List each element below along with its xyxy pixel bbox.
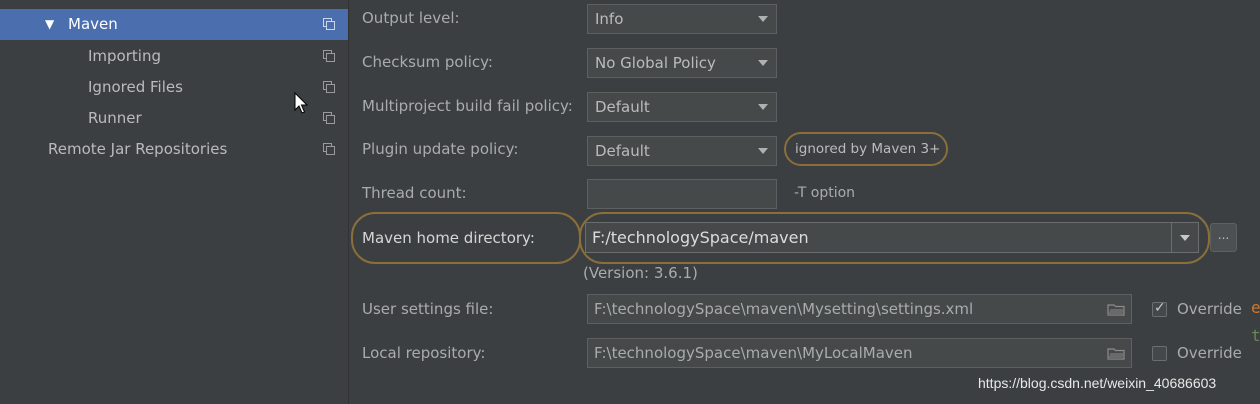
sidebar-item-label: Maven — [68, 15, 118, 33]
combo-separator — [1171, 223, 1172, 252]
project-scope-icon — [323, 50, 335, 62]
user-settings-value: F:\technologySpace\maven\Mysetting\setti… — [594, 300, 974, 318]
watermark-url: https://blog.csdn.net/weixin_40686603 — [978, 375, 1217, 391]
plugin-update-policy-select[interactable]: Default — [587, 136, 777, 166]
thread-count-label: Thread count: — [362, 184, 467, 202]
user-settings-override-checkbox[interactable]: ✓ — [1152, 300, 1167, 317]
output-level-label: Output level: — [362, 9, 460, 27]
sidebar-item-maven[interactable]: ▼ Maven — [0, 9, 348, 40]
user-settings-override-label: Override — [1177, 300, 1242, 318]
expand-triangle-icon[interactable]: ▼ — [45, 9, 54, 40]
fail-policy-select[interactable]: Default — [587, 92, 777, 122]
folder-icon[interactable] — [1107, 347, 1125, 360]
local-repo-override-checkbox[interactable] — [1152, 346, 1167, 361]
thread-count-input[interactable] — [587, 179, 777, 209]
local-repo-input[interactable]: F:\technologySpace\maven\MyLocalMaven — [587, 338, 1132, 368]
chevron-down-icon — [758, 16, 768, 22]
sidebar-item-label: Ignored Files — [88, 78, 183, 96]
chevron-down-icon — [758, 104, 768, 110]
local-repo-label: Local repository: — [362, 344, 486, 362]
sidebar-item-importing[interactable]: Importing — [0, 41, 348, 72]
background-editor-fragment: t — [1251, 326, 1260, 345]
checksum-policy-value: No Global Policy — [595, 54, 716, 72]
project-scope-icon — [323, 18, 335, 30]
output-level-select[interactable]: Info — [587, 4, 777, 34]
note-text: ignored by Maven 3+ — [795, 141, 941, 157]
chevron-down-icon — [758, 148, 768, 154]
local-repo-value: F:\technologySpace\maven\MyLocalMaven — [594, 344, 913, 362]
ignored-by-maven-note: ignored by Maven 3+ — [784, 132, 948, 166]
maven-version-text: (Version: 3.6.1) — [583, 264, 698, 282]
sidebar-item-label: Importing — [88, 47, 161, 65]
thread-count-hint: -T option — [794, 185, 856, 201]
fail-policy-value: Default — [595, 98, 650, 116]
output-level-value: Info — [595, 10, 624, 28]
sidebar-item-label: Runner — [88, 109, 142, 127]
plugin-update-policy-label: Plugin update policy: — [362, 140, 519, 158]
check-icon: ✓ — [1154, 300, 1166, 316]
project-scope-icon — [323, 81, 335, 93]
maven-settings-panel: Output level: Info Checksum policy: No G… — [349, 0, 1260, 404]
project-scope-icon — [323, 143, 335, 155]
maven-home-select[interactable]: F:/technologySpace/maven — [585, 222, 1199, 253]
checksum-policy-label: Checksum policy: — [362, 53, 493, 71]
user-settings-label: User settings file: — [362, 300, 494, 318]
sidebar-item-label: Remote Jar Repositories — [48, 140, 228, 158]
maven-home-value: F:/technologySpace/maven — [592, 228, 809, 247]
checksum-policy-select[interactable]: No Global Policy — [587, 48, 777, 78]
settings-sidebar: ▼ Maven Importing Ignored Files Runner R… — [0, 0, 348, 404]
maven-home-label: Maven home directory: — [362, 229, 535, 247]
chevron-down-icon — [758, 60, 768, 66]
local-repo-override-label: Override — [1177, 344, 1242, 362]
folder-icon[interactable] — [1107, 303, 1125, 316]
fail-policy-label: Multiproject build fail policy: — [362, 97, 573, 115]
background-editor-fragment: e — [1251, 298, 1260, 317]
maven-home-browse-button[interactable]: ... — [1210, 223, 1237, 252]
user-settings-input[interactable]: F:\technologySpace\maven\Mysetting\setti… — [587, 294, 1132, 324]
chevron-down-icon[interactable] — [1180, 235, 1190, 241]
plugin-update-policy-value: Default — [595, 142, 650, 160]
mouse-cursor-icon — [294, 92, 309, 114]
project-scope-icon — [323, 112, 335, 124]
sidebar-item-remote-jar-repositories[interactable]: Remote Jar Repositories — [0, 134, 348, 165]
